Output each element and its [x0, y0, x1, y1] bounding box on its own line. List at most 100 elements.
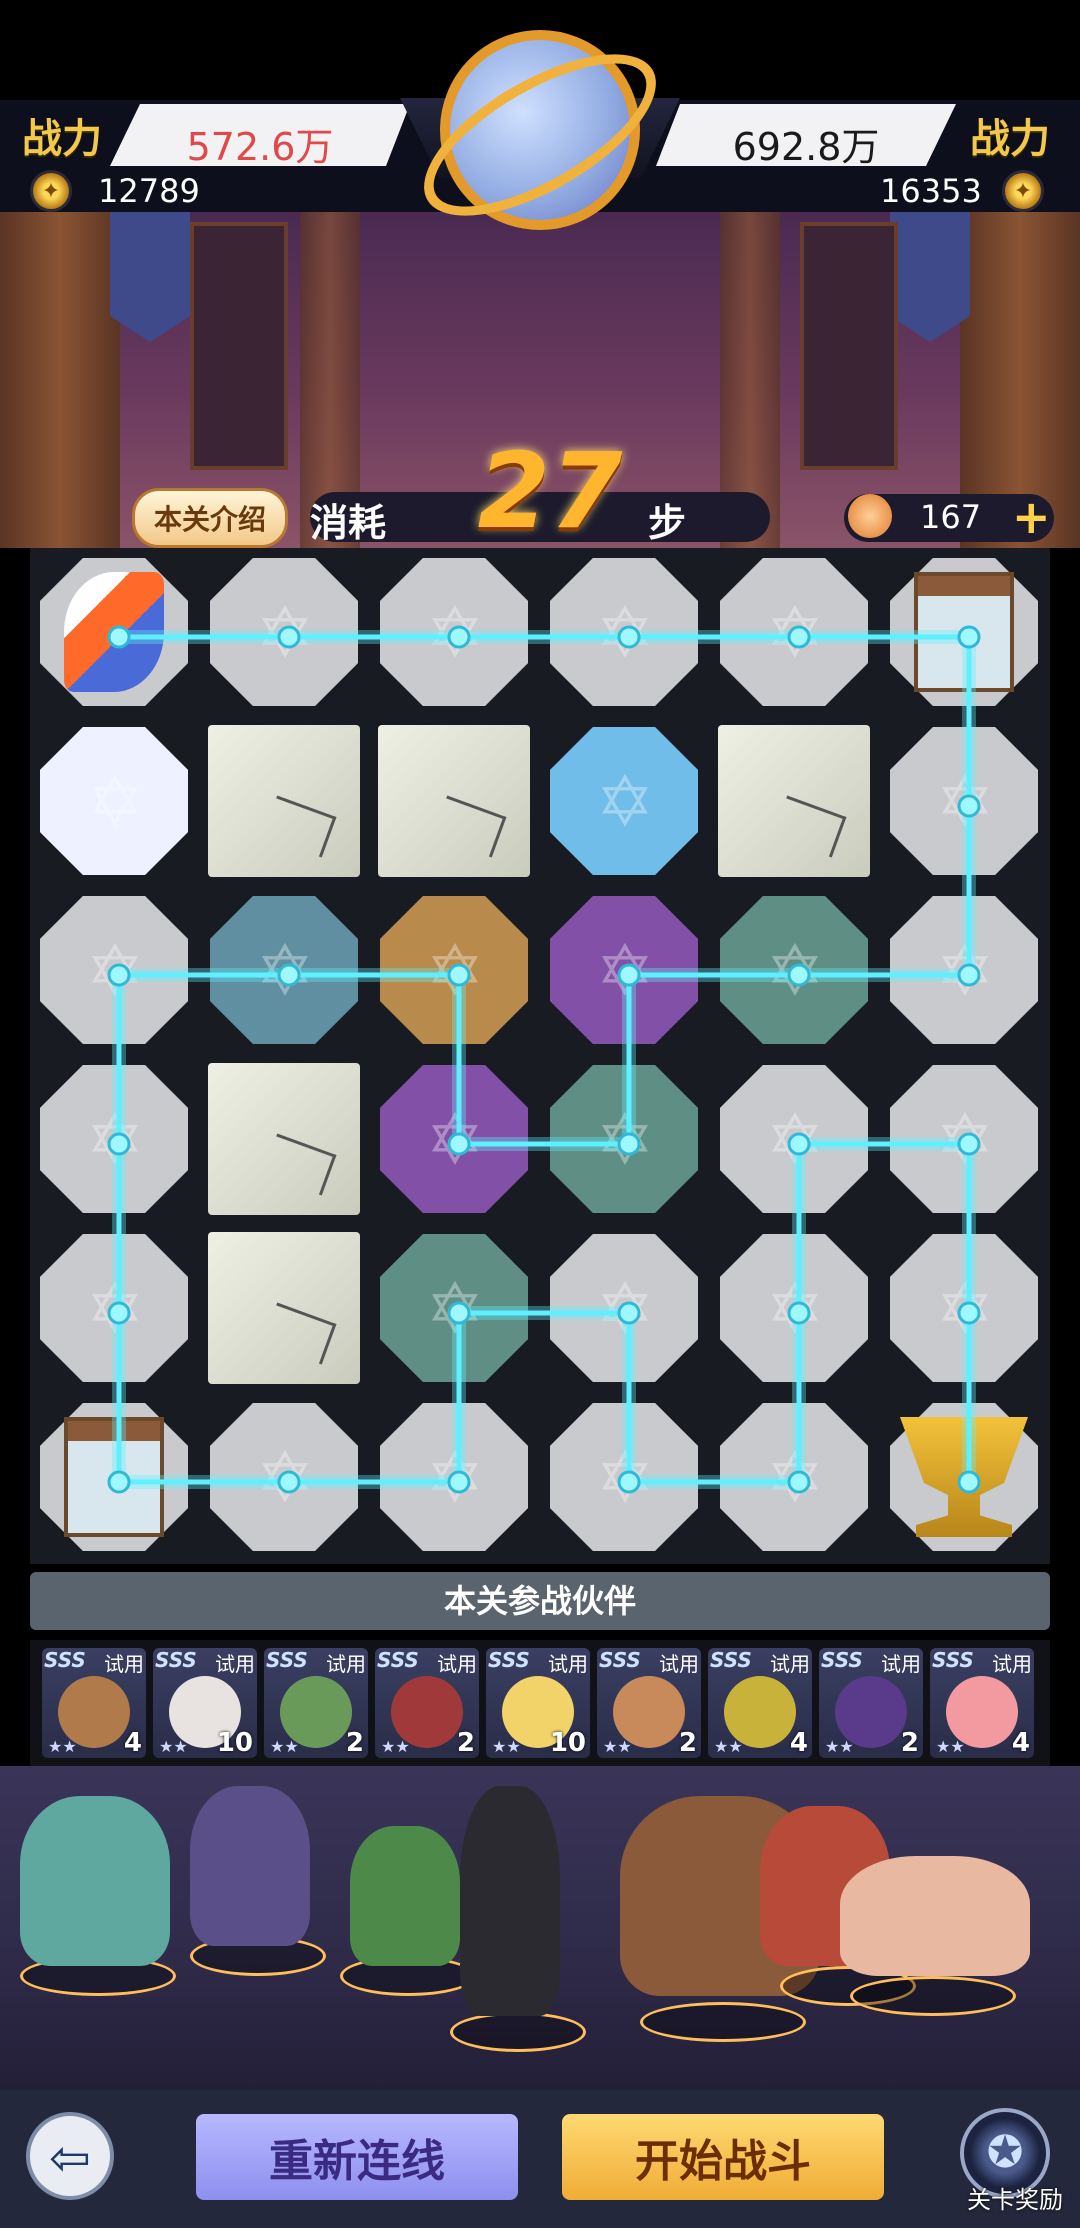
partner-rank: SSS: [932, 1648, 974, 1672]
consume-label: 消耗: [310, 501, 387, 545]
left-pillar: [0, 212, 120, 548]
path-node: [447, 625, 471, 649]
partner-rank: SSS: [821, 1648, 863, 1672]
partner-rank: SSS: [44, 1648, 86, 1672]
partner-level: 2: [678, 1728, 697, 1758]
path-node: [447, 1132, 471, 1156]
partner-card[interactable]: SSS 试用 ★★ 2: [375, 1648, 479, 1758]
hero-nun[interactable]: [460, 1786, 560, 2016]
partner-rank: SSS: [488, 1648, 530, 1672]
path-node: [277, 963, 301, 987]
left-power-box: 572.6万: [110, 104, 410, 166]
partner-stars: ★★: [714, 1737, 743, 1756]
partner-stars: ★★: [492, 1737, 521, 1756]
left-coins: 12789: [98, 172, 200, 210]
stage-reward-label: 关卡奖励: [967, 2186, 1063, 2214]
left-bookshelf: [190, 222, 288, 470]
partner-stars: ★★: [48, 1737, 77, 1756]
hero-base: [640, 2002, 806, 2042]
left-coin-icon: ✦: [30, 170, 72, 212]
add-energy-button[interactable]: +: [1012, 490, 1051, 544]
partners-title: 本关参战伙伴: [30, 1572, 1050, 1630]
path-node: [277, 1470, 301, 1494]
partner-level: 4: [789, 1728, 808, 1758]
step-unit: 步: [648, 501, 687, 545]
partner-rank: SSS: [710, 1648, 752, 1672]
path-node: [107, 1301, 131, 1325]
path-node: [107, 963, 131, 987]
hero-plant-beast[interactable]: [350, 1826, 460, 1966]
partner-card[interactable]: SSS 试用 ★★ 10: [486, 1648, 590, 1758]
left-banner: [110, 212, 190, 342]
partner-level: 2: [456, 1728, 475, 1758]
hero-lineup: [0, 1766, 1080, 2090]
partner-card[interactable]: SSS 试用 ★★ 10: [153, 1648, 257, 1758]
partner-stars: ★★: [825, 1737, 854, 1756]
partner-stars: ★★: [270, 1737, 299, 1756]
partner-trial-tag: 试用: [659, 1652, 699, 1676]
right-power-box: 692.8万: [656, 104, 956, 166]
right-coins: 16353: [880, 172, 982, 210]
partner-level: 4: [1011, 1728, 1030, 1758]
partner-stars: ★★: [159, 1737, 188, 1756]
start-battle-button[interactable]: 开始战斗: [562, 2114, 884, 2200]
partner-trial-tag: 试用: [881, 1652, 921, 1676]
path-node: [787, 1470, 811, 1494]
link-path-glow: [112, 630, 976, 1489]
path-node: [787, 1301, 811, 1325]
partner-rank: SSS: [377, 1648, 419, 1672]
partner-trial-tag: 试用: [548, 1652, 588, 1676]
right-coin-icon: ✦: [1002, 170, 1044, 212]
right-bookshelf: [800, 222, 898, 470]
partners-row: SSS 试用 ★★ 4 SSS 试用 ★★ 10 SSS 试用 ★★ 2 SSS 试用 ★★ 2 SSS 试用 ★★…: [30, 1640, 1050, 1766]
link-path: [107, 625, 981, 1494]
hero-base: [850, 1976, 1016, 2016]
partner-card[interactable]: SSS 试用 ★★ 2: [264, 1648, 368, 1758]
path-node: [957, 963, 981, 987]
path-node: [277, 625, 301, 649]
partner-card[interactable]: SSS 试用 ★★ 4: [930, 1648, 1034, 1758]
partner-trial-tag: 试用: [437, 1652, 477, 1676]
carrot-energy-icon: [848, 494, 892, 538]
partner-card[interactable]: SSS 试用 ★★ 2: [819, 1648, 923, 1758]
right-banner: [890, 212, 970, 342]
partner-card[interactable]: SSS 试用 ★★ 4: [708, 1648, 812, 1758]
partner-stars: ★★: [603, 1737, 632, 1756]
partner-rank: SSS: [599, 1648, 641, 1672]
link-path-line: [116, 634, 972, 1485]
partner-trial-tag: 试用: [770, 1652, 810, 1676]
path-node: [957, 1470, 981, 1494]
path-node: [107, 1132, 131, 1156]
hero-bone-dragon[interactable]: [840, 1856, 1030, 1976]
left-power-value: 572.6万: [186, 125, 334, 169]
partner-rank: SSS: [155, 1648, 197, 1672]
path-node: [957, 1132, 981, 1156]
path-node: [787, 963, 811, 987]
hero-dark-knight[interactable]: [190, 1786, 310, 1946]
partner-stars: ★★: [936, 1737, 965, 1756]
puzzle-board: ✡✡✡✡✡✡✡✡✡✡✡✡✡✡✡✡✡✡✡✡✡✡✡✡✡✡✡: [30, 548, 1050, 1564]
partner-card[interactable]: SSS 试用 ★★ 2: [597, 1648, 701, 1758]
right-power-value: 692.8万: [732, 125, 880, 169]
hero-pumpkin-witch[interactable]: [20, 1796, 170, 1966]
path-node: [957, 1301, 981, 1325]
partner-level: 10: [216, 1728, 253, 1758]
energy-value: 167: [920, 498, 982, 536]
partner-level: 4: [123, 1728, 142, 1758]
path-node: [617, 625, 641, 649]
path-node: [617, 1301, 641, 1325]
partner-trial-tag: 试用: [992, 1652, 1032, 1676]
partner-card[interactable]: SSS 试用 ★★ 4: [42, 1648, 146, 1758]
path-node: [617, 1470, 641, 1494]
stage-intro-button[interactable]: 本关介绍: [132, 488, 288, 548]
path-node: [617, 963, 641, 987]
path-node: [957, 794, 981, 818]
path-node: [447, 1470, 471, 1494]
exit-icon[interactable]: ⇦: [26, 2112, 114, 2200]
partner-level: 2: [345, 1728, 364, 1758]
left-power-label: 战力: [22, 116, 102, 162]
partner-stars: ★★: [381, 1737, 410, 1756]
relink-button[interactable]: 重新连线: [196, 2114, 518, 2200]
path-node: [107, 1470, 131, 1494]
partner-trial-tag: 试用: [326, 1652, 366, 1676]
